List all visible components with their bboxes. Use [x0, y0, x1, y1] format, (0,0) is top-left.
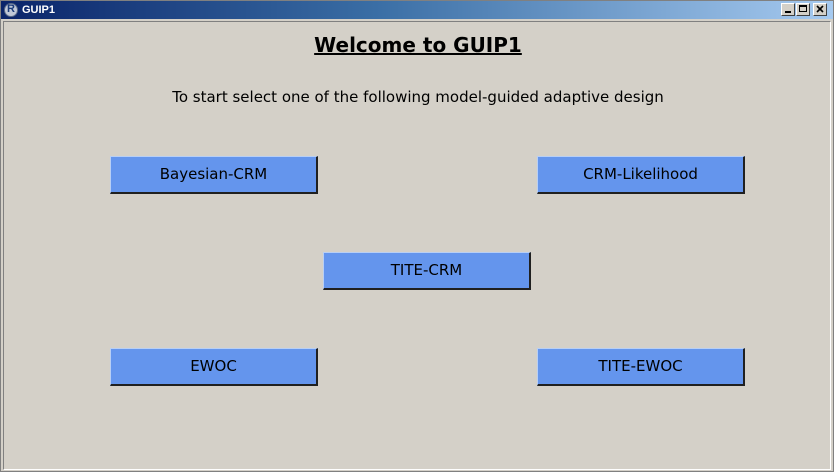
window-title: GUIP1	[22, 4, 56, 16]
tite-crm-button[interactable]: TITE-CRM	[323, 252, 531, 290]
r-logo-icon[interactable]: R	[4, 3, 18, 17]
maximize-icon	[799, 5, 807, 12]
close-icon	[816, 5, 824, 13]
page-title: Welcome to GUIP1	[314, 33, 522, 57]
crm-likelihood-button[interactable]: CRM-Likelihood	[537, 156, 745, 194]
bayesian-crm-button[interactable]: Bayesian-CRM	[110, 156, 318, 194]
tite-ewoc-button[interactable]: TITE-EWOC	[537, 348, 745, 386]
minimize-icon	[785, 11, 791, 13]
maximize-button[interactable]	[796, 3, 810, 16]
ewoc-button[interactable]: EWOC	[110, 348, 318, 386]
title-bar[interactable]: R GUIP1	[1, 1, 833, 19]
instruction-text: To start select one of the following mod…	[172, 88, 664, 106]
minimize-button[interactable]	[781, 3, 795, 16]
close-button[interactable]	[813, 3, 827, 16]
app-window: R GUIP1 Welcome to GUIP1 To start select…	[0, 0, 834, 472]
